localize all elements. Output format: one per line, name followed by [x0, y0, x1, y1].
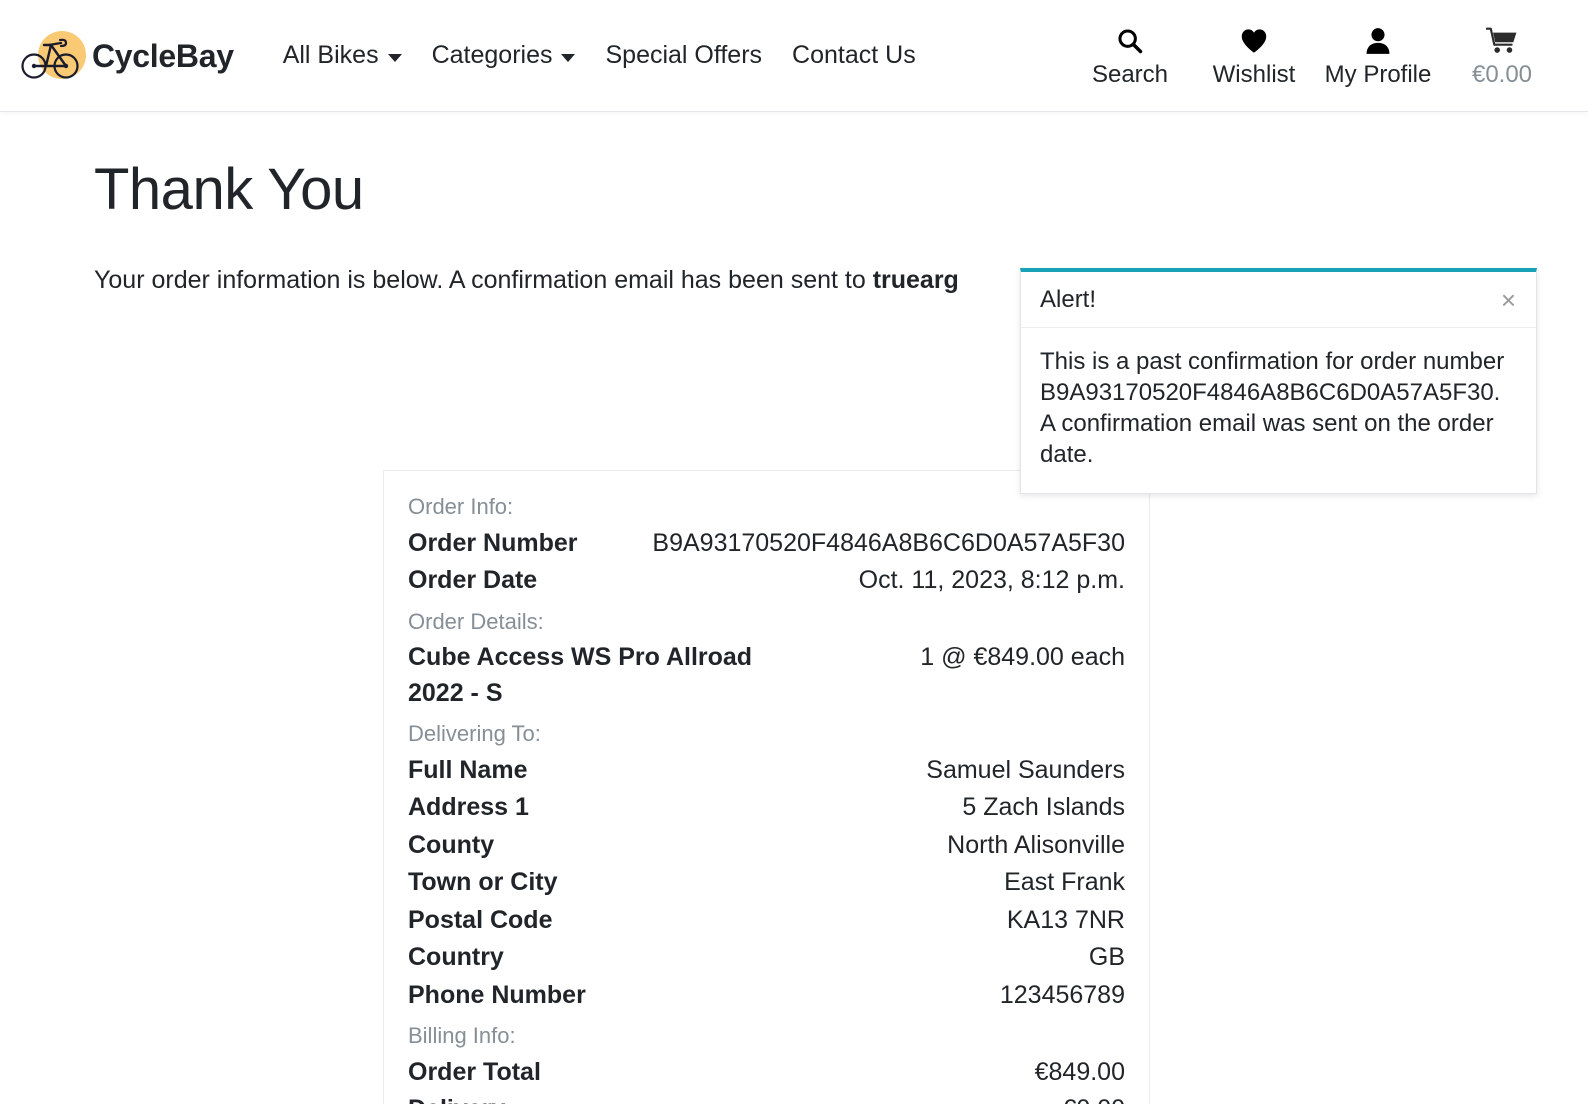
order-number-label: Order Number — [408, 528, 578, 557]
billing-info-heading: Billing Info: — [408, 1023, 516, 1048]
delivery-row: Delivery €0.00 — [396, 1091, 1137, 1104]
full-name-row: Full Name Samuel Saunders — [396, 752, 1137, 790]
heart-icon — [1240, 26, 1268, 56]
chevron-down-icon — [387, 53, 402, 62]
nav-label: Contact Us — [792, 41, 916, 69]
town-or-city-value: East Frank — [1004, 868, 1125, 896]
county-row: County North Alisonville — [396, 827, 1137, 865]
alert-popup: Alert! × This is a past confirmation for… — [1020, 268, 1537, 494]
town-or-city-label: Town or City — [408, 868, 558, 896]
order-summary-card: Order Info: Order Number B9A93170520F484… — [383, 470, 1150, 1104]
phone-number-value: 123456789 — [999, 980, 1125, 1009]
county-label: County — [408, 830, 495, 859]
close-icon[interactable]: × — [1499, 287, 1518, 313]
order-line-item-name: Cube Access WS Pro Allroad 2022 - S — [408, 643, 753, 707]
cart-tool[interactable]: €0.00 — [1440, 24, 1564, 87]
alert-title: Alert! — [1040, 286, 1097, 313]
search-icon — [1116, 26, 1144, 56]
country-label: Country — [408, 943, 504, 971]
order-details-heading: Order Details: — [408, 608, 544, 634]
lede-text: Your order information is below. A confi… — [94, 265, 873, 294]
header-tools: Search Wishlist My Profile €0.00 — [1068, 24, 1564, 87]
phone-number-label: Phone Number — [408, 980, 586, 1009]
bicycle-icon — [20, 29, 86, 83]
order-date-row: Order Date Oct. 11, 2023, 8:12 p.m. — [396, 562, 1137, 600]
country-value: GB — [1088, 943, 1125, 971]
alert-header: Alert! × — [1021, 272, 1536, 328]
delivery-label: Delivery — [408, 1092, 505, 1104]
brand-name: CycleBay — [92, 37, 234, 74]
search-tool[interactable]: Search — [1068, 24, 1192, 87]
address1-value: 5 Zach Islands — [962, 793, 1125, 821]
county-value: North Alisonville — [947, 830, 1125, 859]
country-row: Country GB — [396, 939, 1137, 977]
nav-label: Categories — [431, 41, 553, 69]
full-name-value: Samuel Saunders — [926, 755, 1125, 784]
order-line-item-price: 1 @ €849.00 each — [920, 643, 1125, 671]
cart-icon — [1486, 26, 1518, 56]
town-or-city-row: Town or City East Frank — [396, 864, 1137, 902]
order-number-value: B9A93170520F4846A8B6C6D0A57A5F30 — [652, 528, 1125, 557]
cart-total: €0.00 — [1471, 61, 1533, 88]
alert-message: This is a past confirmation for order nu… — [1040, 347, 1505, 469]
main-nav: All Bikes Categories Special Offers Cont… — [268, 35, 931, 76]
order-number-row: Order Number B9A93170520F4846A8B6C6D0A57… — [396, 525, 1137, 563]
page-title: Thank You — [94, 157, 364, 222]
order-date-value: Oct. 11, 2023, 8:12 p.m. — [858, 566, 1125, 594]
delivering-to-heading: Delivering To: — [408, 721, 541, 746]
order-total-label: Order Total — [408, 1057, 541, 1086]
profile-tool[interactable]: My Profile — [1316, 24, 1440, 87]
order-total-row: Order Total €849.00 — [396, 1054, 1137, 1092]
postal-code-row: Postal Code KA13 7NR — [396, 902, 1137, 940]
postal-code-value: KA13 7NR — [1006, 905, 1125, 934]
user-icon — [1365, 26, 1391, 56]
postal-code-label: Postal Code — [408, 905, 553, 934]
profile-label: My Profile — [1324, 61, 1432, 88]
brand-logo[interactable]: CycleBay — [20, 29, 234, 83]
address1-row: Address 1 5 Zach Islands — [396, 789, 1137, 827]
confirmation-email: truearg — [872, 265, 959, 294]
site-header: CycleBay All Bikes Categories Special Of… — [0, 0, 1588, 112]
phone-number-row: Phone Number 123456789 — [396, 977, 1137, 1015]
address1-label: Address 1 — [408, 793, 529, 821]
nav-item-categories[interactable]: Categories — [417, 35, 591, 76]
wishlist-tool[interactable]: Wishlist — [1192, 24, 1316, 87]
nav-item-all-bikes[interactable]: All Bikes — [268, 35, 417, 76]
order-line-item-row: Cube Access WS Pro Allroad 2022 - S 1 @ … — [396, 639, 1137, 712]
order-total-value: €849.00 — [1034, 1057, 1125, 1086]
full-name-label: Full Name — [408, 755, 528, 784]
page-content: Thank You Your order information is belo… — [0, 157, 1588, 1104]
nav-label: Special Offers — [605, 41, 763, 69]
order-date-label: Order Date — [408, 566, 538, 594]
search-label: Search — [1091, 61, 1169, 88]
delivery-value: €0.00 — [1062, 1092, 1125, 1104]
nav-item-contact-us[interactable]: Contact Us — [777, 35, 931, 76]
nav-item-special-offers[interactable]: Special Offers — [590, 35, 777, 76]
wishlist-label: Wishlist — [1212, 61, 1296, 88]
chevron-down-icon — [561, 53, 576, 62]
nav-label: All Bikes — [282, 41, 379, 69]
